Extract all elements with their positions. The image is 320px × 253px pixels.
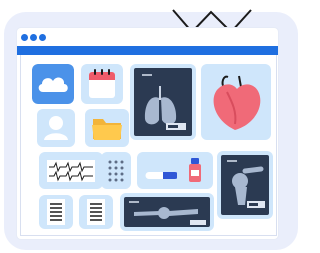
lungs-xray-tile[interactable] — [130, 64, 196, 140]
ecg-tile[interactable] — [39, 152, 103, 189]
knee-xray-icon — [124, 197, 210, 227]
window-dot — [39, 34, 46, 41]
shoulder-xray-tile[interactable] — [217, 151, 273, 219]
document-icon — [47, 199, 65, 225]
cloud-tile[interactable] — [32, 64, 74, 104]
heart-icon — [213, 75, 261, 130]
document-tile[interactable] — [79, 195, 113, 229]
browser-window — [17, 28, 278, 239]
ecg-icon — [47, 160, 95, 182]
illustration — [0, 0, 302, 253]
medicine-bottle-tile[interactable] — [177, 152, 213, 189]
user-icon — [44, 116, 68, 140]
keypad-tile[interactable] — [101, 152, 131, 189]
calendar-icon — [89, 69, 115, 98]
heart-tile[interactable] — [201, 64, 271, 140]
calendar-tile[interactable] — [81, 64, 123, 104]
lungs-xray-icon — [134, 68, 192, 136]
folder-tile[interactable] — [85, 109, 129, 147]
cloud-icon — [32, 64, 74, 104]
shoulder-xray-icon — [221, 155, 269, 215]
window-dot — [21, 34, 28, 41]
window-title-bar — [17, 46, 278, 55]
folder-icon — [92, 119, 122, 140]
medicine-bottle-icon — [189, 158, 201, 182]
document-icon — [87, 199, 105, 225]
keypad-icon — [108, 160, 124, 182]
document-tile[interactable] — [39, 195, 73, 229]
window-dot — [30, 34, 37, 41]
knee-xray-tile[interactable] — [120, 193, 214, 231]
dashboard-grid — [20, 55, 277, 236]
user-tile[interactable] — [37, 109, 75, 147]
